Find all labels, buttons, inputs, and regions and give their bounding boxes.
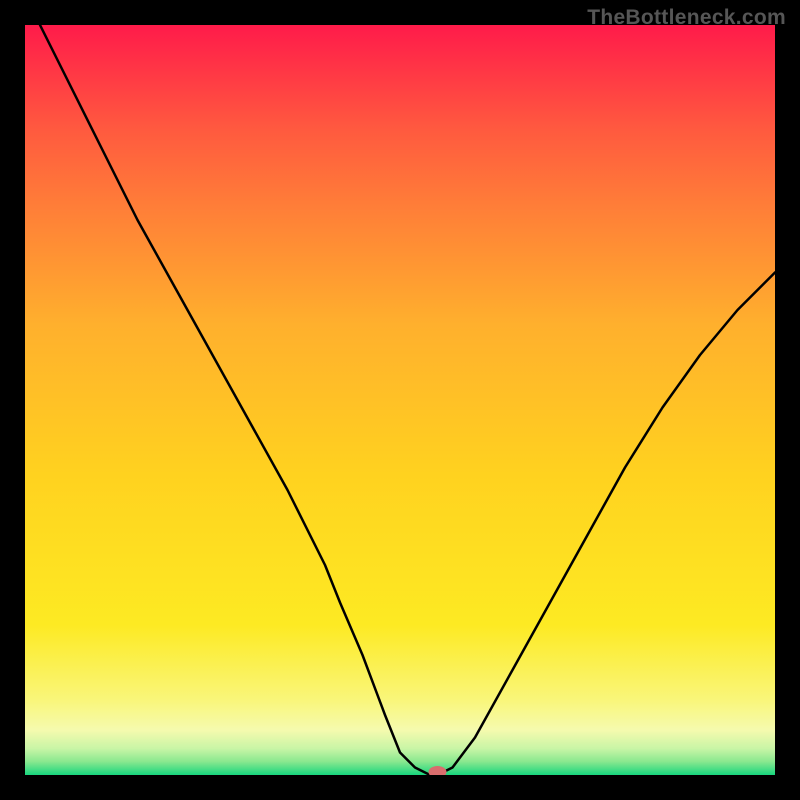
gradient-background [25, 25, 775, 775]
plot-area [25, 25, 775, 775]
plot-svg [25, 25, 775, 775]
chart-frame: TheBottleneck.com [0, 0, 800, 800]
watermark-text: TheBottleneck.com [587, 6, 786, 30]
